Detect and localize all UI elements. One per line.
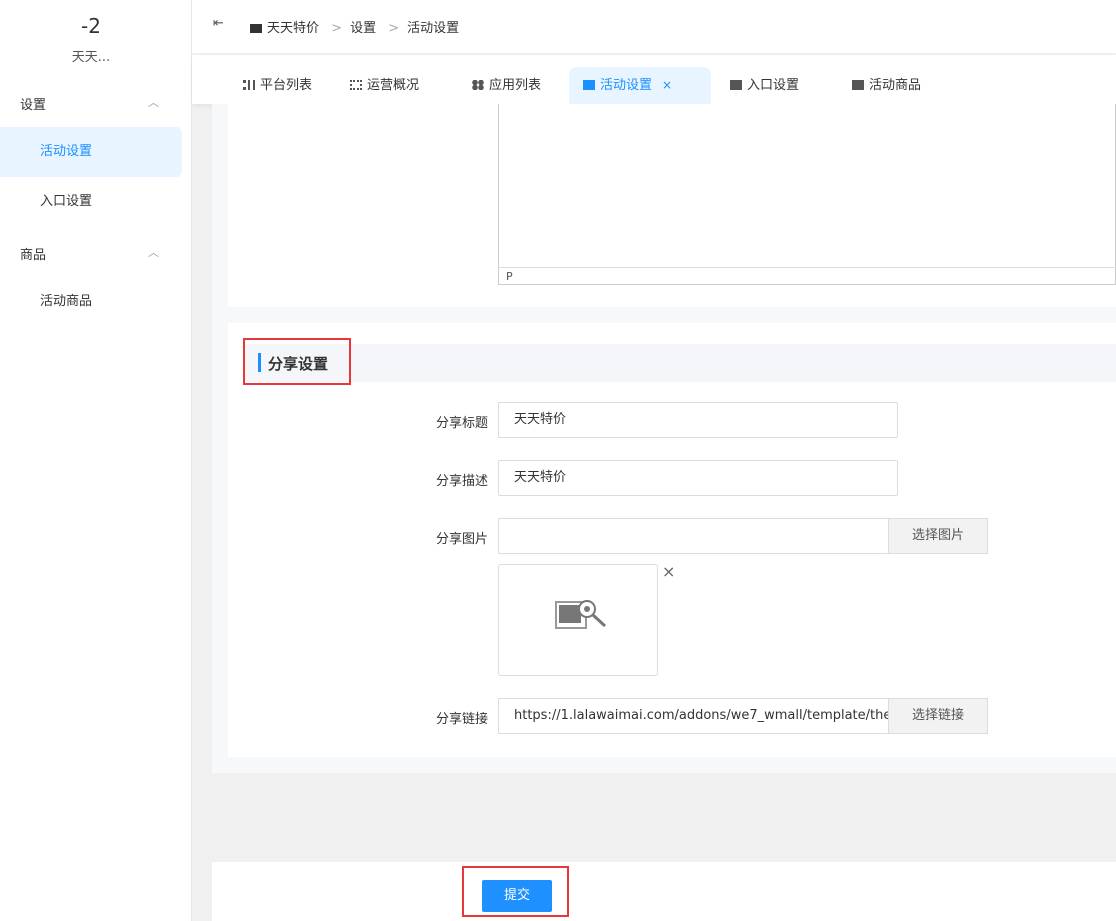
sidebar-item-activity-goods[interactable]: 活动商品 — [0, 277, 182, 327]
sidebar-group-settings[interactable]: 设置 — [20, 94, 46, 113]
grid-icon — [350, 80, 362, 90]
breadcrumb-item[interactable]: 设置 — [350, 21, 376, 36]
share-image-label: 分享图片 — [435, 532, 488, 547]
image-placeholder-icon — [555, 600, 607, 629]
share-title-label: 分享标题 — [435, 416, 488, 431]
share-desc-label: 分享描述 — [435, 474, 488, 489]
breadcrumb: 天天特价 > 设置 > 活动设置 — [250, 17, 459, 36]
archive-icon — [250, 24, 262, 33]
breadcrumb-item[interactable]: 天天特价 — [267, 21, 319, 36]
close-tab-icon[interactable]: × — [662, 78, 672, 92]
archive-icon — [730, 80, 742, 90]
breadcrumb-item: 活动设置 — [407, 21, 460, 36]
sidebar: -2 天天... 设置 ︿ 活动设置 入口设置 商品 ︿ 活动商品 — [0, 0, 192, 921]
chevron-up-icon[interactable]: ︿ — [148, 244, 159, 260]
archive-icon — [852, 80, 864, 90]
share-link-input[interactable]: https://1.lalawaimai.com/addons/we7_wmal… — [498, 698, 889, 734]
breadcrumb-separator: > — [331, 21, 343, 36]
tab-app-list[interactable]: 应用列表 — [458, 67, 555, 104]
list-icon — [243, 80, 255, 90]
rich-text-editor[interactable] — [498, 104, 1116, 285]
tab-entry-settings[interactable]: 入口设置 — [716, 67, 813, 104]
image-preview — [498, 564, 658, 676]
tab-platform-list[interactable]: 平台列表 — [229, 67, 326, 104]
collapse-menu-icon[interactable]: ⇤ — [213, 16, 224, 31]
share-link-label: 分享链接 — [435, 712, 488, 727]
archive-icon — [583, 80, 595, 90]
share-desc-input[interactable]: 天天特价 — [498, 460, 898, 496]
select-link-button[interactable]: 选择链接 — [888, 698, 988, 734]
sidebar-group-goods[interactable]: 商品 — [20, 244, 46, 263]
tab-label: 运营概况 — [367, 78, 420, 93]
tab-label: 入口设置 — [747, 78, 800, 93]
highlight-box — [243, 338, 351, 385]
footer-bar — [212, 862, 1116, 921]
share-title-input[interactable]: 天天特价 — [498, 402, 898, 438]
share-image-input[interactable] — [498, 518, 889, 554]
highlight-box — [462, 866, 569, 917]
breadcrumb-separator: > — [388, 21, 400, 36]
app-subtitle: 天天... — [71, 50, 111, 65]
tab-label: 平台列表 — [260, 78, 313, 93]
editor-status-path: P — [498, 267, 1116, 285]
sidebar-item-entry-settings[interactable]: 入口设置 — [0, 177, 182, 227]
tab-label: 活动商品 — [869, 78, 922, 93]
section-header — [244, 344, 1116, 382]
app-title: -2 — [81, 14, 101, 38]
tab-label: 活动设置 — [600, 78, 653, 93]
apps-icon — [472, 80, 484, 90]
tab-activity-goods[interactable]: 活动商品 — [838, 67, 935, 104]
tab-activity-settings[interactable]: 活动设置 × — [569, 67, 711, 104]
remove-image-icon[interactable]: × — [662, 562, 675, 581]
select-image-button[interactable]: 选择图片 — [888, 518, 988, 554]
tab-label: 应用列表 — [489, 78, 542, 93]
chevron-up-icon[interactable]: ︿ — [148, 94, 159, 110]
tab-overview[interactable]: 运营概况 — [336, 67, 433, 104]
sidebar-item-activity-settings[interactable]: 活动设置 — [0, 127, 182, 177]
